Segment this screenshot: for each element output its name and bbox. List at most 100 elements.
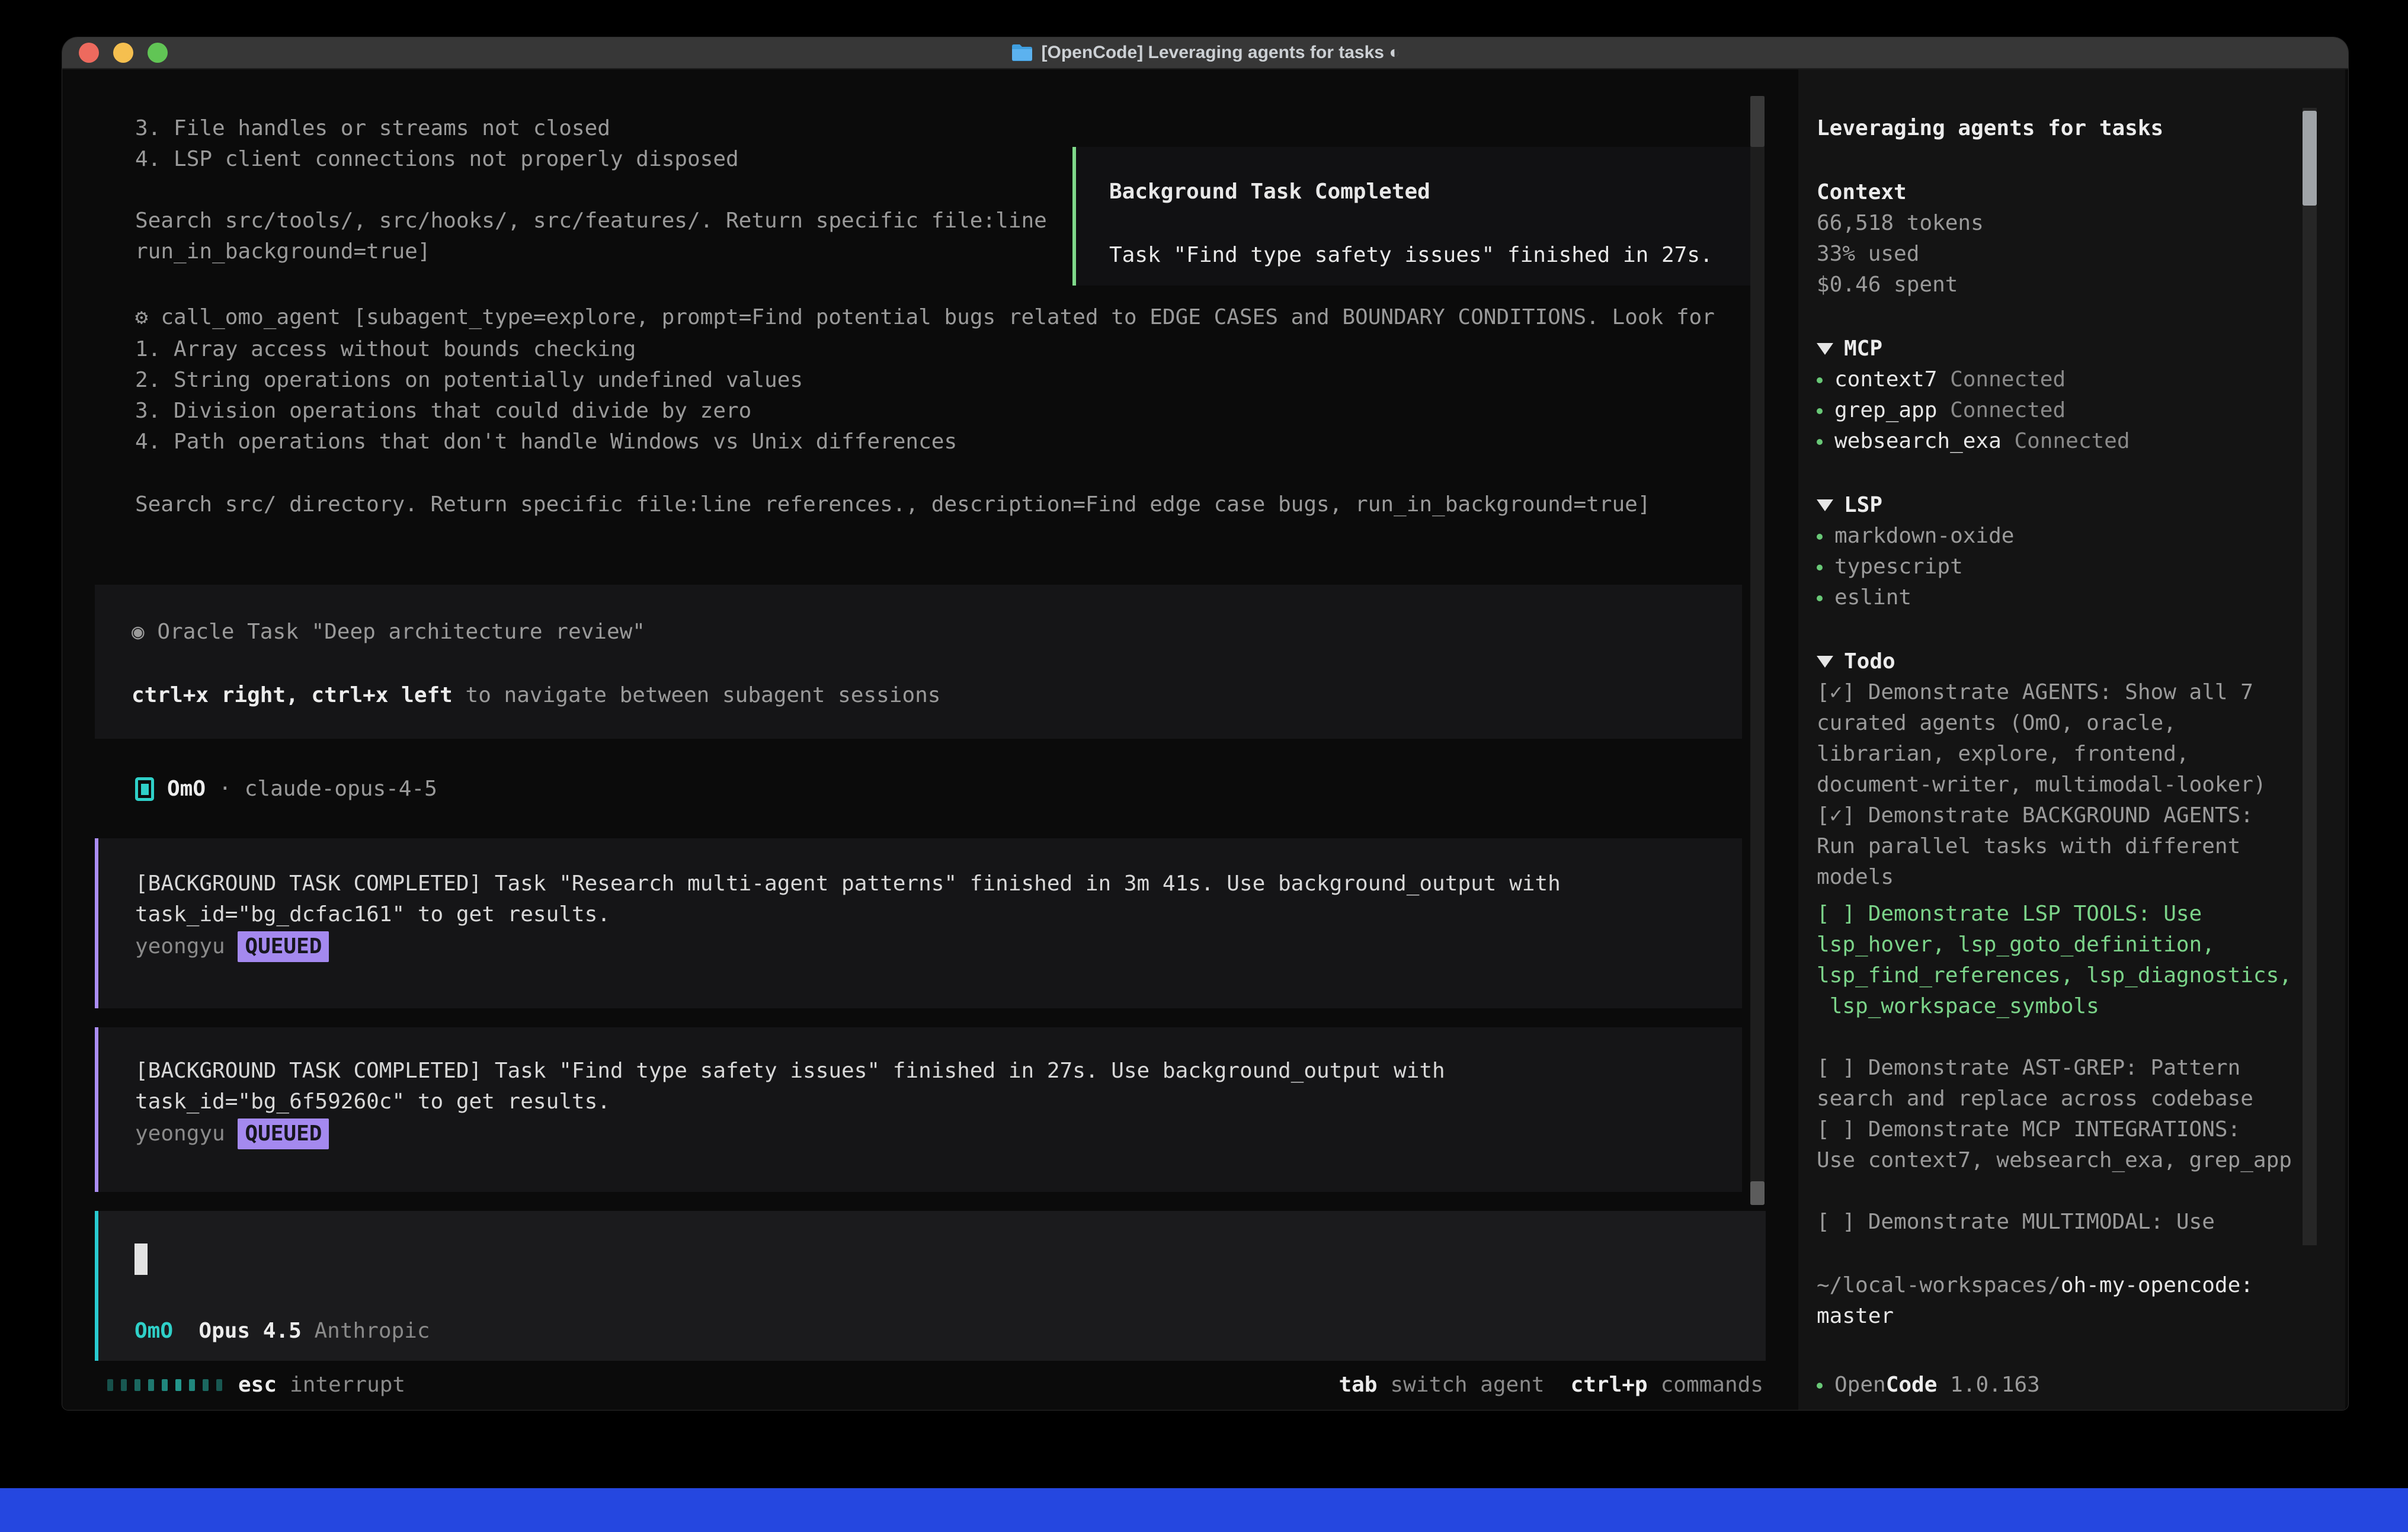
message-line: [BACKGROUND TASK COMPLETED] Task "Resear… (135, 868, 1561, 899)
mcp-item: grep_app Connected (1817, 395, 2326, 426)
context-spent: $0.46 spent (1817, 270, 2326, 300)
active-model-label[interactable]: Opus 4.5 (198, 1316, 301, 1347)
context-heading: Context (1817, 177, 2326, 208)
todo-line-active: lsp_find_references, lsp_diagnostics, (1817, 960, 2326, 991)
connected-dot-icon (1817, 534, 1823, 540)
sidebar-scrollbar-thumb[interactable] (2303, 111, 2317, 206)
assistant-output-block: 3. File handles or streams not closed 4.… (135, 113, 739, 175)
agent-session-header: OmO · claude-opus-4-5 (135, 774, 437, 805)
todo-line-done: curated agents (OmO, oracle, (1817, 708, 2326, 739)
chat-scrollbar-thumb[interactable] (1750, 1181, 1765, 1205)
lsp-section-header[interactable]: LSP (1817, 490, 2326, 521)
shortcut-keys: ctrl+x right, ctrl+x left (132, 683, 453, 707)
desktop: [OpenCode] Leveraging agents for tasks ◐… (0, 0, 2408, 1532)
task-completed-message: [BACKGROUND TASK COMPLETED] Task "Find t… (95, 1027, 1742, 1192)
author-name: yeongyu (135, 934, 225, 959)
output-line: Search src/tools/, src/hooks/, src/featu… (135, 206, 1047, 236)
todo-section-header[interactable]: Todo (1817, 646, 2326, 677)
todo-line-done: Run parallel tasks with different (1817, 831, 2326, 862)
oracle-task-card: ◉ Oracle Task "Deep architecture review"… (95, 585, 1742, 739)
todo-line-done: [✓] Demonstrate AGENTS: Show all 7 (1817, 677, 2326, 708)
message-line: task_id="bg_6f59260c" to get results. (135, 1086, 610, 1117)
sidebar: Leveraging agents for tasks Context 66,5… (1798, 69, 2345, 1410)
status-badge: QUEUED (238, 931, 329, 962)
connected-dot-icon (1817, 408, 1823, 414)
input-footer: OmO Opus 4.5 Anthropic (135, 1316, 430, 1347)
esc-key-hint: esc (238, 1370, 277, 1400)
todo-pending-block: [ ] Demonstrate AST-GREP: Pattern search… (1817, 1053, 2326, 1176)
output-line: 4. LSP client connections not properly d… (135, 144, 739, 175)
workspace-block: ~/local-workspaces/oh-my-opencode: maste… (1817, 1270, 2326, 1332)
commands-key-hint: ctrl+p (1571, 1370, 1648, 1400)
chevron-down-icon (1817, 343, 1833, 355)
todo-pending-more-block: [ ] Demonstrate MULTIMODAL: Use (1817, 1207, 2326, 1238)
gear-icon: ⚙ (135, 305, 148, 329)
chat-scrollbar-thumb-top[interactable] (1750, 96, 1765, 147)
background-task-toast: Background Task Completed Task "Find typ… (1072, 147, 1755, 286)
active-agent-label[interactable]: OmO (135, 1316, 173, 1347)
commands-key-label: commands (1661, 1370, 1763, 1400)
context-section: Context 66,518 tokens 33% used $0.46 spe… (1817, 177, 2326, 300)
connected-dot-icon (1817, 595, 1823, 601)
mcp-section-header[interactable]: MCP (1817, 334, 2326, 364)
navigation-hint: ctrl+x right, ctrl+x left to navigate be… (132, 680, 940, 711)
todo-line-done: librarian, explore, frontend, (1817, 739, 2326, 770)
todo-line-done: document-writer, multimodal-looker) (1817, 770, 2326, 800)
todo-line-done: models (1817, 862, 2326, 893)
context-used: 33% used (1817, 239, 2326, 270)
chevron-down-icon (1817, 656, 1833, 668)
git-branch: master (1817, 1301, 2326, 1332)
bug-list-item: 2. String operations on potentially unde… (135, 365, 957, 396)
connected-dot-icon (1817, 439, 1823, 445)
todo-line-active: [ ] Demonstrate LSP TOOLS: Use (1817, 899, 2326, 930)
message-line: [BACKGROUND TASK COMPLETED] Task "Find t… (135, 1056, 1445, 1086)
bug-list-item: 3. Division operations that could divide… (135, 396, 957, 427)
todo-line-active: lsp_workspace_symbols (1817, 991, 2326, 1022)
message-meta: yeongyu QUEUED (135, 931, 329, 962)
status-bar: esc interrupt tab switch agent ctrl+p co… (62, 1370, 1798, 1400)
titlebar[interactable]: [OpenCode] Leveraging agents for tasks ◐ (62, 37, 2348, 69)
session-title-block: Leveraging agents for tasks (1817, 113, 2326, 144)
context-tokens: 66,518 tokens (1817, 208, 2326, 239)
todo-line-pending: Use context7, websearch_exa, grep_app (1817, 1145, 2326, 1176)
workspace-path: ~/local-workspaces/oh-my-opencode: (1817, 1270, 2326, 1301)
folder-icon (1011, 43, 1033, 62)
chevron-down-icon (1817, 499, 1833, 511)
output-line: run_in_background=true] (135, 236, 1047, 267)
message-meta: yeongyu QUEUED (135, 1118, 329, 1149)
session-title: Leveraging agents for tasks (1817, 113, 2326, 144)
prompt-input[interactable]: OmO Opus 4.5 Anthropic (95, 1211, 1766, 1361)
agent-model: claude-opus-4-5 (245, 774, 437, 805)
todo-section: Todo [✓] Demonstrate AGENTS: Show all 7 … (1817, 646, 2326, 893)
desktop-accent-strip (0, 1488, 2408, 1532)
agent-avatar-icon (135, 777, 154, 801)
todo-line-pending: [ ] Demonstrate MULTIMODAL: Use (1817, 1207, 2326, 1238)
author-name: yeongyu (135, 1121, 225, 1146)
todo-line-active: lsp_hover, lsp_goto_definition, (1817, 930, 2326, 960)
connected-dot-icon (1817, 377, 1823, 383)
todo-line-pending: search and replace across codebase (1817, 1084, 2326, 1114)
search-instruction-block: Search src/tools/, src/hooks/, src/featu… (135, 206, 1047, 267)
lsp-item: eslint (1817, 582, 2326, 613)
status-badge: QUEUED (238, 1118, 329, 1149)
mcp-item: websearch_exa Connected (1817, 426, 2326, 457)
separator-dot: · (219, 774, 232, 805)
version-block: OpenCode 1.0.163 (1817, 1370, 2326, 1400)
toast-body: Task "Find type safety issues" finished … (1109, 240, 1713, 271)
search-directory-line: Search src/ directory. Return specific f… (135, 489, 1651, 520)
todo-line-pending: [ ] Demonstrate MCP INTEGRATIONS: (1817, 1114, 2326, 1145)
provider-label: Anthropic (314, 1316, 430, 1347)
mcp-item: context7 Connected (1817, 364, 2326, 395)
output-line: 3. File handles or streams not closed (135, 113, 739, 144)
chat-scrollbar-track[interactable] (1750, 96, 1765, 1204)
todo-heading: Todo (1844, 646, 1895, 677)
sidebar-scrollbar-track[interactable] (2303, 108, 2317, 1245)
fisheye-icon: ◉ (132, 620, 145, 644)
chat-pane: 3. File handles or streams not closed 4.… (62, 69, 1798, 1410)
tool-call-line: ⚙ call_omo_agent [subagent_type=explore,… (135, 302, 1715, 333)
bug-list-item: 1. Array access without bounds checking (135, 334, 957, 365)
lsp-section: LSP markdown-oxide typescript eslint (1817, 490, 2326, 613)
lsp-item: typescript (1817, 552, 2326, 582)
lsp-item: markdown-oxide (1817, 521, 2326, 552)
esc-key-label: interrupt (290, 1370, 405, 1400)
